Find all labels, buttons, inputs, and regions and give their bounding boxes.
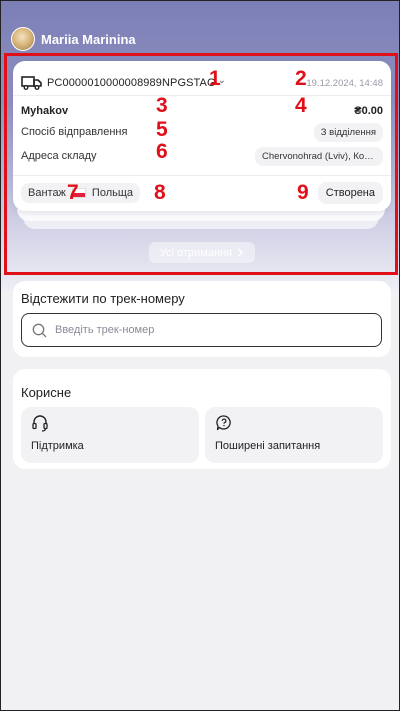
track-section-title: Відстежити по трек-номеру — [21, 291, 185, 306]
user-name: Mariia Marinina — [41, 31, 136, 47]
faq-label: Поширені запитання — [215, 440, 321, 452]
annotation-marker-8: 8 — [154, 181, 166, 204]
annotation-marker-4: 4 — [295, 94, 307, 117]
warehouse-row: Адреса складу Chervonohrad (Lviv), Коре… — [21, 146, 383, 166]
useful-section: Корисне Підтримка Поширені запитання — [13, 369, 391, 469]
track-number-input[interactable] — [55, 324, 335, 336]
truck-icon — [21, 76, 42, 90]
app-screen: Mariia Marinina PC0000010000008989NPGSTA… — [0, 0, 400, 711]
chevron-right-icon — [238, 248, 244, 257]
warehouse-label: Адреса складу — [21, 150, 97, 162]
user-header[interactable]: Mariia Marinina — [11, 25, 136, 53]
delivery-method-label: Спосіб відправлення — [21, 126, 128, 138]
delivery-method-badge: З відділення — [313, 122, 383, 142]
annotation-marker-5: 5 — [156, 118, 168, 141]
question-bubble-icon — [216, 415, 231, 431]
annotation-marker-2: 2 — [295, 67, 307, 90]
headset-icon — [32, 415, 48, 432]
support-tile[interactable]: Підтримка — [21, 407, 199, 463]
annotation-marker-6: 6 — [156, 140, 168, 163]
status-badge: Створена — [317, 182, 383, 204]
all-receipts-label: Усі отримання — [159, 246, 233, 259]
avatar[interactable] — [11, 27, 35, 51]
track-search-field[interactable] — [21, 313, 382, 347]
country-name: Польща — [91, 187, 134, 199]
annotation-marker-3: 3 — [156, 94, 168, 117]
cargo-label: Вантаж — [28, 187, 66, 199]
warehouse-address-badge: Chervonohrad (Lviv), Коре… — [255, 146, 383, 166]
shipment-header-row: PC0000010000008989NPGSTAG ⌄ 19.12.2024, … — [21, 69, 383, 97]
cargo-badge: Вантаж Польща — [21, 183, 141, 203]
shipment-date: 19.12.2024, 14:48 — [306, 77, 383, 89]
support-label: Підтримка — [31, 440, 84, 452]
recipient-row: Myhakov ₴0.00 — [21, 102, 383, 120]
annotation-marker-7: 7 — [67, 181, 79, 204]
search-icon — [32, 323, 47, 337]
all-receipts-button[interactable]: Усі отримання — [149, 242, 255, 263]
track-section: Відстежити по трек-номеру — [13, 281, 391, 357]
divider — [13, 175, 391, 176]
divider — [13, 95, 391, 96]
faq-tile[interactable]: Поширені запитання — [205, 407, 383, 463]
annotation-marker-9: 9 — [297, 181, 309, 204]
tracking-number[interactable]: PC0000010000008989NPGSTAG — [47, 77, 216, 89]
useful-section-title: Корисне — [21, 385, 72, 400]
shipment-amount: ₴0.00 — [354, 105, 383, 117]
delivery-method-row: Спосіб відправлення З відділення — [21, 122, 383, 142]
annotation-marker-1: 1 — [209, 67, 221, 90]
recipient-name: Myhakov — [21, 105, 69, 117]
